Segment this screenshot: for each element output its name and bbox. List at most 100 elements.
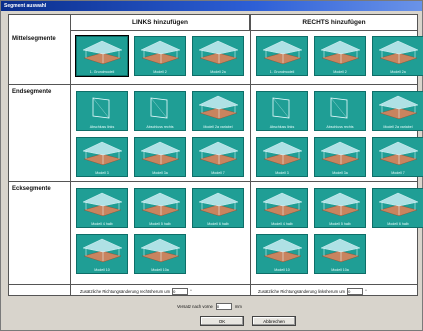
canopy-segment-icon <box>198 141 239 166</box>
tile-caption: Modell 3 <box>275 171 289 175</box>
ok-button[interactable]: OK <box>200 316 244 326</box>
left-end_row2-tile-2[interactable]: Modell 3a <box>134 137 186 177</box>
right-angle-unit: ° <box>365 288 367 294</box>
canopy-segment-icon <box>320 141 361 166</box>
canopy-segment-icon <box>198 192 239 217</box>
end-panel-icon <box>272 97 290 119</box>
right-eck_row1-tile-1[interactable]: Modell 4 halb <box>256 188 308 228</box>
left-angle-label: Zusätzliche Richtungsänderung rechtsheru… <box>80 288 171 294</box>
row-divider-1 <box>8 84 418 85</box>
tile-caption: Modell 10a <box>151 268 169 272</box>
cancel-button[interactable]: Abbrechen <box>252 316 296 326</box>
left-end_row1-tile-1[interactable]: Abschluss links <box>76 91 128 131</box>
left-end_row2-tile-1[interactable]: Modell 3 <box>76 137 128 177</box>
canopy-segment-icon <box>378 192 419 217</box>
section-label-mittelsegmente: Mittelsegmente <box>12 36 56 42</box>
right-end_row1-tile-1[interactable]: Abschluss links <box>256 91 308 131</box>
offset-input[interactable] <box>215 302 232 310</box>
right-end_row2-tile-3[interactable]: Modell 7 <box>372 137 423 177</box>
left-end_row1-tile-3[interactable]: Modell 2a variabel <box>192 91 244 131</box>
section-label-ecksegmente: Ecksegmente <box>12 186 51 192</box>
canopy-segment-icon <box>262 141 303 166</box>
tile-caption: Modell 2 <box>153 70 167 74</box>
row-divider-2 <box>8 181 418 182</box>
right-eck_row2-tile-2[interactable]: Modell 10a <box>314 234 366 274</box>
right-mittel-tile-2[interactable]: Modell 2 <box>314 36 366 76</box>
tile-caption: 1. Grundmodell <box>269 70 295 74</box>
tile-caption: Modell 2a variabel <box>203 125 233 129</box>
tile-caption: Abschluss rechts <box>146 125 174 129</box>
left-column-header: LINKS hinzufügen <box>70 14 250 31</box>
canopy-segment-icon <box>82 141 123 166</box>
left-mittel-tile-1[interactable]: 1. Grundmodell <box>75 35 129 77</box>
right-eck_row1-tile-2[interactable]: Modell 5 halb <box>314 188 366 228</box>
tile-caption: Modell 6 halb <box>207 222 229 226</box>
tile-caption: Modell 2 <box>333 70 347 74</box>
section-label-endsegmente: Endsegmente <box>12 89 52 95</box>
tile-caption: Abschluss links <box>269 125 295 129</box>
tile-caption: Modell 3a <box>152 171 168 175</box>
tile-caption: Modell 3a <box>332 171 348 175</box>
tile-caption: Modell 10a <box>331 268 349 272</box>
tile-caption: Modell 3 <box>95 171 109 175</box>
offset-label: Versatz nach vorne <box>177 303 213 309</box>
canopy-segment-icon <box>140 192 181 217</box>
tile-caption: Modell 10 <box>274 268 290 272</box>
right-end_row1-tile-3[interactable]: Modell 2a variabel <box>372 91 423 131</box>
tile-caption: Modell 5 halb <box>329 222 351 226</box>
canopy-segment-icon <box>378 40 419 65</box>
canopy-segment-icon <box>378 141 419 166</box>
right-eck_row2-tile-1[interactable]: Modell 10 <box>256 234 308 274</box>
right-eck_row1-tile-3[interactable]: Modell 6 halb <box>372 188 423 228</box>
right-mittel-tile-1[interactable]: 1. Grundmodell <box>256 36 308 76</box>
canopy-segment-icon <box>198 95 239 120</box>
canopy-segment-icon <box>378 95 419 120</box>
tile-caption: Abschluss rechts <box>326 125 354 129</box>
offset-unit: mm <box>234 303 242 309</box>
tile-caption: 1. Grundmodell <box>89 70 115 74</box>
right-angle-row: Zusätzliche Richtungsänderung linksherum… <box>258 286 367 296</box>
left-angle-row: Zusätzliche Richtungsänderung rechtsheru… <box>80 286 192 296</box>
end-panel-icon <box>330 97 348 119</box>
canopy-segment-icon <box>262 40 303 65</box>
end-panel-icon <box>150 97 168 119</box>
column-divider-middle <box>250 14 251 296</box>
left-eck_row1-tile-1[interactable]: Modell 4 halb <box>76 188 128 228</box>
tile-caption: Modell 6 halb <box>387 222 409 226</box>
canopy-segment-icon <box>198 40 239 65</box>
canopy-segment-icon <box>140 238 181 263</box>
left-end_row1-tile-2[interactable]: Abschluss rechts <box>134 91 186 131</box>
left-eck_row1-tile-2[interactable]: Modell 5 halb <box>134 188 186 228</box>
canopy-segment-icon <box>320 238 361 263</box>
end-panel-icon <box>92 97 110 119</box>
column-divider-label <box>70 14 71 296</box>
right-end_row2-tile-2[interactable]: Modell 3a <box>314 137 366 177</box>
tile-caption: Modell 7 <box>391 171 405 175</box>
tile-caption: Modell 2a variabel <box>383 125 413 129</box>
left-mittel-tile-2[interactable]: Modell 2 <box>134 36 186 76</box>
right-angle-input[interactable] <box>347 287 364 295</box>
tile-caption: Abschluss links <box>89 125 115 129</box>
left-angle-input[interactable] <box>172 287 189 295</box>
canopy-segment-icon <box>320 40 361 65</box>
canopy-segment-icon <box>82 40 123 65</box>
left-eck_row2-tile-1[interactable]: Modell 10 <box>76 234 128 274</box>
left-mittel-tile-3[interactable]: Modell 2a <box>192 36 244 76</box>
tile-caption: Modell 7 <box>211 171 225 175</box>
left-end_row2-tile-3[interactable]: Modell 7 <box>192 137 244 177</box>
left-eck_row1-tile-3[interactable]: Modell 6 halb <box>192 188 244 228</box>
right-mittel-tile-3[interactable]: Modell 2a <box>372 36 423 76</box>
tile-caption: Modell 4 halb <box>271 222 293 226</box>
right-end_row2-tile-1[interactable]: Modell 3 <box>256 137 308 177</box>
right-end_row1-tile-2[interactable]: Abschluss rechts <box>314 91 366 131</box>
row-divider-3 <box>8 284 418 285</box>
window-title: Segment auswahl <box>1 1 422 11</box>
tile-caption: Modell 2a <box>390 70 406 74</box>
right-column-header: RECHTS hinzufügen <box>250 14 418 31</box>
canopy-segment-icon <box>140 141 181 166</box>
canopy-segment-icon <box>320 192 361 217</box>
canopy-segment-icon <box>140 40 181 65</box>
offset-row: Versatz nach vorne mm <box>177 301 242 311</box>
left-eck_row2-tile-2[interactable]: Modell 10a <box>134 234 186 274</box>
right-angle-label: Zusätzliche Richtungsänderung linksherum… <box>258 288 346 294</box>
